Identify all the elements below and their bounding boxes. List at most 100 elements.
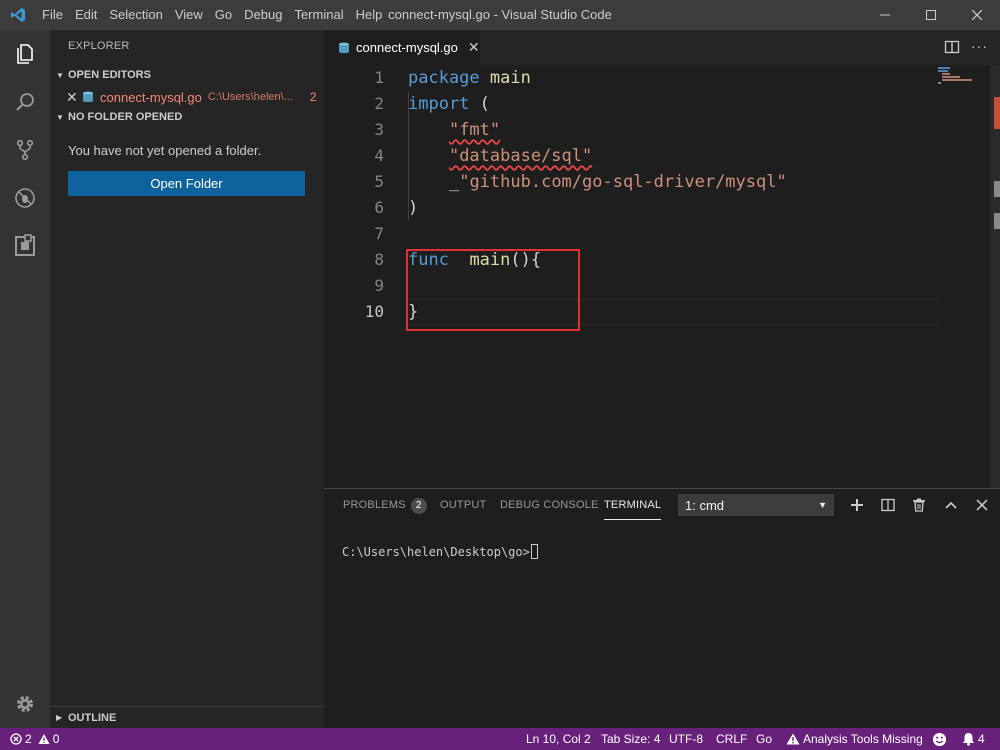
problems-count-badge: 2: [309, 90, 317, 104]
open-folder-button[interactable]: Open Folder: [68, 171, 305, 196]
no-folder-label: NO FOLDER OPENED: [68, 111, 183, 123]
minimize-icon: [880, 14, 890, 16]
chevron-down-icon: ▼: [56, 112, 64, 122]
problems-status-item[interactable]: 2 0: [10, 728, 59, 750]
line-number: 7: [374, 224, 384, 243]
maximize-panel-button[interactable]: [941, 495, 961, 515]
code-line: package main: [408, 65, 531, 91]
chevron-down-icon: ▼: [56, 70, 64, 80]
dropdown-arrow-icon: ▼: [818, 500, 827, 510]
warning-icon: [786, 733, 800, 745]
code-line: "database/sql": [408, 143, 592, 169]
editor-tab-bar: connect-mysql.go ✕ ···: [324, 30, 1000, 65]
minimize-button[interactable]: [862, 0, 908, 30]
code-editor[interactable]: 1 2 3 4 5 6 7 8 9 10 package main import…: [324, 65, 1000, 488]
identifier-token: main: [489, 68, 531, 88]
menu-terminal[interactable]: Terminal: [288, 0, 349, 30]
outline-section-header[interactable]: ▶ OUTLINE: [50, 706, 324, 728]
language-mode[interactable]: Go: [756, 728, 772, 750]
split-editor-icon[interactable]: [944, 39, 960, 55]
maximize-icon: [926, 10, 936, 20]
close-icon: [976, 499, 988, 511]
open-editor-item[interactable]: ✕ connect-mysql.go C:\Users\helen\... 2: [50, 86, 324, 108]
terminal-output[interactable]: C:\Users\helen\Desktop\go>: [342, 544, 538, 559]
maximize-button[interactable]: [908, 0, 954, 30]
extensions-activity-button[interactable]: [0, 222, 50, 270]
search-icon: [16, 93, 34, 111]
analysis-tools-label: Analysis Tools Missing: [803, 732, 923, 746]
menu-selection[interactable]: Selection: [103, 0, 168, 30]
menu-file[interactable]: File: [36, 0, 69, 30]
more-actions-icon[interactable]: ···: [971, 38, 988, 54]
analysis-tools-status[interactable]: Analysis Tools Missing: [786, 728, 923, 750]
close-panel-button[interactable]: [972, 495, 992, 515]
editor-scrollbar[interactable]: [990, 65, 1000, 488]
string-token: "database/sql": [448, 146, 593, 166]
terminal-cursor: [530, 544, 538, 559]
tab-output[interactable]: OUTPUT: [440, 498, 486, 520]
window-controls: [862, 0, 1000, 30]
code-line: ): [408, 195, 418, 221]
code-line: import (: [408, 91, 490, 117]
keyword-token: package: [408, 68, 480, 88]
menu-view[interactable]: View: [169, 0, 209, 30]
line-number: 4: [374, 146, 384, 165]
encoding[interactable]: UTF-8: [669, 728, 703, 750]
menu-bar: File Edit Selection View Go Debug Termin…: [36, 0, 388, 30]
tab-debug-console[interactable]: DEBUG CONSOLE: [500, 498, 599, 520]
tab-label: connect-mysql.go: [356, 40, 458, 55]
tab-problems-label: PROBLEMS: [343, 499, 406, 511]
source-control-activity-button[interactable]: [0, 126, 50, 174]
split-terminal-button[interactable]: [878, 495, 898, 515]
go-file-icon: [83, 91, 93, 103]
terminal-select-value: 1: cmd: [685, 497, 725, 513]
tab-problems[interactable]: PROBLEMS 2: [343, 498, 427, 520]
explorer-activity-button[interactable]: [0, 30, 50, 78]
blank-identifier-token: _: [448, 172, 460, 192]
bell-icon: [963, 733, 974, 746]
cursor-position[interactable]: Ln 10, Col 2: [526, 728, 591, 750]
open-editor-filename: connect-mysql.go: [100, 89, 202, 105]
notifications-button[interactable]: 4: [962, 728, 985, 750]
line-number: 6: [374, 198, 384, 217]
tab-connect-mysql[interactable]: connect-mysql.go ✕: [324, 30, 480, 65]
no-folder-message: You have not yet opened a folder.: [68, 143, 262, 158]
tab-terminal[interactable]: TERMINAL: [604, 498, 662, 520]
tab-size[interactable]: Tab Size: 4: [601, 728, 660, 750]
status-bar: 2 0 Ln 10, Col 2 Tab Size: 4 UTF-8 CRLF …: [0, 728, 1000, 750]
go-file-icon: [339, 42, 349, 53]
title-bar: File Edit Selection View Go Debug Termin…: [0, 0, 1000, 30]
line-number: 1: [374, 68, 384, 87]
punctuation-token: (: [479, 94, 490, 114]
search-activity-button[interactable]: [0, 78, 50, 126]
line-number: 9: [374, 276, 384, 295]
scrollbar-error-marker: [994, 97, 1000, 129]
source-control-icon: [16, 139, 34, 161]
minimap[interactable]: [938, 65, 988, 105]
menu-go[interactable]: Go: [209, 0, 238, 30]
open-editors-section-header[interactable]: ▼ OPEN EDITORS: [50, 64, 324, 86]
terminal-select[interactable]: 1: cmd ▼: [678, 494, 834, 516]
close-window-button[interactable]: [954, 0, 1000, 30]
settings-activity-button[interactable]: [0, 680, 50, 728]
no-folder-section-header[interactable]: ▼ NO FOLDER OPENED: [50, 106, 324, 128]
menu-edit[interactable]: Edit: [69, 0, 103, 30]
feedback-button[interactable]: [932, 728, 947, 750]
scrollbar-cursor-marker: [994, 213, 1000, 229]
punctuation-token: ): [408, 198, 419, 218]
warning-icon: [38, 734, 50, 744]
menu-help[interactable]: Help: [350, 0, 389, 30]
debug-activity-button[interactable]: [0, 174, 50, 222]
line-number: 3: [374, 120, 384, 139]
line-number: 2: [374, 94, 384, 113]
notification-count: 4: [978, 732, 985, 746]
close-editor-icon[interactable]: ✕: [66, 89, 82, 106]
menu-debug[interactable]: Debug: [238, 0, 288, 30]
tab-close-icon[interactable]: ✕: [468, 39, 480, 56]
line-number: 5: [374, 172, 384, 191]
new-terminal-button[interactable]: [847, 495, 867, 515]
kill-terminal-button[interactable]: [909, 495, 929, 515]
line-ending[interactable]: CRLF: [716, 728, 747, 750]
explorer-title: EXPLORER: [68, 40, 130, 52]
code-line: _"github.com/go-sql-driver/mysql": [408, 169, 787, 195]
